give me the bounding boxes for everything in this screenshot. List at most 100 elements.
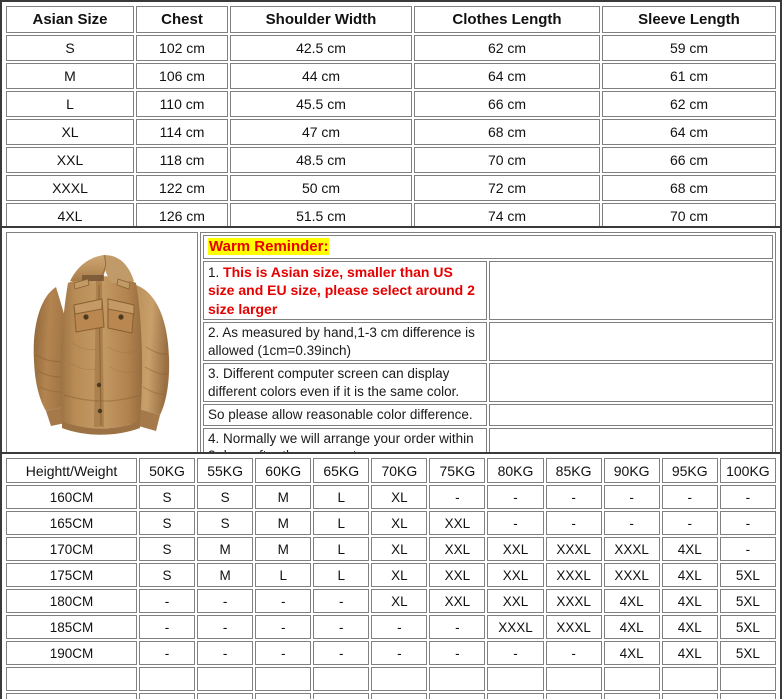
- recommended-size-cell: -: [313, 589, 370, 613]
- weight-column-header: 95KG: [661, 458, 718, 483]
- size-label-cell: S: [6, 35, 134, 61]
- recommended-size-cell: [545, 693, 602, 699]
- recommended-size-cell: XXL: [487, 537, 544, 561]
- recommended-size-cell: [545, 667, 602, 691]
- recommended-size-cell: S: [139, 511, 196, 535]
- reminder-text: This is Asian size, smaller than US size…: [208, 263, 475, 317]
- khaki-military-jacket-illustration: [33, 254, 170, 435]
- recommended-size-cell: XL: [371, 563, 428, 587]
- recommended-size-cell: [603, 693, 660, 699]
- weight-column-header: 50KG: [139, 458, 196, 483]
- table-row: 160CM S S M L XL - - - - - -: [6, 485, 776, 509]
- recommended-size-cell: -: [661, 511, 718, 535]
- table-row: [6, 667, 776, 691]
- recommended-size-cell: 4XL: [603, 615, 660, 639]
- recommended-size-cell: -: [429, 641, 486, 665]
- weight-column-header: 65KG: [313, 458, 370, 483]
- table-row: [6, 693, 776, 699]
- recommended-size-cell: L: [255, 563, 312, 587]
- table-row: 190CM - - - - - - - -4XL 4XL 5XL: [6, 641, 776, 665]
- recommended-size-cell: -: [545, 485, 602, 509]
- reminder-row: So please allow reasonable color differe…: [203, 404, 773, 426]
- measurement-cell: 48.5 cm: [230, 147, 412, 173]
- recommended-size-cell: -: [719, 485, 776, 509]
- recommended-size-cell: -: [313, 615, 370, 639]
- recommended-size-cell: L: [313, 511, 370, 535]
- recommended-size-cell: [661, 667, 718, 691]
- measurement-cell: 106 cm: [136, 63, 228, 89]
- size-label-cell: XXXL: [6, 175, 134, 201]
- recommended-size-cell: -: [545, 511, 602, 535]
- recommended-size-cell: -: [603, 511, 660, 535]
- measurement-cell: 66 cm: [602, 147, 776, 173]
- warm-reminder-title-cell: Warm Reminder:: [203, 235, 773, 259]
- recommended-size-cell: L: [313, 485, 370, 509]
- recommended-size-cell: M: [197, 563, 254, 587]
- recommended-size-cell: [719, 693, 776, 699]
- recommended-size-cell: 5XL: [719, 589, 776, 613]
- recommended-size-cell: 5XL: [719, 563, 776, 587]
- recommended-size-cell: -: [197, 615, 254, 639]
- recommended-size-cell: [603, 667, 660, 691]
- column-header-sleeve-length: Sleeve Length: [602, 6, 776, 33]
- table-row: S 102 cm 42.5 cm 62 cm 59 cm: [6, 35, 776, 61]
- reminder-text-cell: 2. As measured by hand,1-3 cm difference…: [203, 322, 487, 362]
- recommended-size-cell: XXL: [487, 563, 544, 587]
- reminder-text: So please allow reasonable color differe…: [208, 407, 473, 423]
- measurement-cell: 102 cm: [136, 35, 228, 61]
- recommended-size-cell: XXXL: [545, 563, 602, 587]
- recommended-size-cell: -: [429, 485, 486, 509]
- recommended-size-cell: M: [255, 511, 312, 535]
- weight-column-header: 90KG: [603, 458, 660, 483]
- height-label-cell: 180CM: [6, 589, 137, 613]
- recommended-size-cell: -: [487, 641, 544, 665]
- recommended-size-cell: XXL: [429, 589, 486, 613]
- recommended-size-cell: XL: [371, 537, 428, 561]
- recommended-size-cell: [719, 667, 776, 691]
- recommended-size-cell: [255, 693, 312, 699]
- recommended-size-cell: XXXL: [545, 615, 602, 639]
- recommended-size-cell: -: [197, 641, 254, 665]
- recommended-size-cell: [197, 667, 254, 691]
- recommended-size-cell: XXXL: [545, 537, 602, 561]
- measurement-cell: 45.5 cm: [230, 91, 412, 117]
- size-label-cell: XXL: [6, 147, 134, 173]
- recommended-size-cell: XXXL: [603, 563, 660, 587]
- measurement-cell: 47 cm: [230, 119, 412, 145]
- recommended-size-cell: S: [139, 537, 196, 561]
- measurement-cell: 110 cm: [136, 91, 228, 117]
- recommended-size-cell: S: [197, 511, 254, 535]
- height-label-cell: 160CM: [6, 485, 137, 509]
- weight-column-header: 75KG: [429, 458, 486, 483]
- recommended-size-cell: XL: [371, 511, 428, 535]
- reminder-text: 3. Different computer screen can display…: [208, 366, 460, 399]
- recommended-size-cell: XXL: [429, 537, 486, 561]
- reminder-text-cell: So please allow reasonable color differe…: [203, 404, 487, 426]
- recommended-size-cell: -: [429, 615, 486, 639]
- recommended-size-cell: -: [603, 485, 660, 509]
- recommended-size-cell: S: [139, 485, 196, 509]
- recommended-size-cell: -: [139, 589, 196, 613]
- weight-column-header: 85KG: [545, 458, 602, 483]
- measurement-cell: 42.5 cm: [230, 35, 412, 61]
- recommended-size-cell: L: [313, 563, 370, 587]
- recommended-size-cell: 4XL: [603, 641, 660, 665]
- reminder-row: 2. As measured by hand,1-3 cm difference…: [203, 322, 773, 362]
- column-header-clothes-length: Clothes Length: [414, 6, 600, 33]
- height-label-cell: 165CM: [6, 511, 137, 535]
- recommended-size-cell: M: [197, 537, 254, 561]
- measurement-cell: 50 cm: [230, 175, 412, 201]
- recommended-size-cell: M: [255, 537, 312, 561]
- recommended-size-cell: -: [313, 641, 370, 665]
- column-header-chest: Chest: [136, 6, 228, 33]
- recommended-size-cell: [429, 693, 486, 699]
- recommended-size-cell: -: [197, 589, 254, 613]
- height-weight-table: Heightt/Weight 50KG 55KG 60KG 65KG 70KG 75KG 8…: [4, 456, 778, 699]
- height-weight-table-frame: Heightt/Weight 50KG 55KG 60KG 65KG 70KG 75KG 8…: [0, 452, 782, 699]
- measurement-cell: 114 cm: [136, 119, 228, 145]
- size-label-cell: M: [6, 63, 134, 89]
- recommended-size-cell: -: [139, 641, 196, 665]
- recommended-size-cell: XXXL: [545, 589, 602, 613]
- recommended-size-cell: S: [197, 485, 254, 509]
- table-row: 185CM - - - - - - XXXL XXXL 4XL 4XL 5XL: [6, 615, 776, 639]
